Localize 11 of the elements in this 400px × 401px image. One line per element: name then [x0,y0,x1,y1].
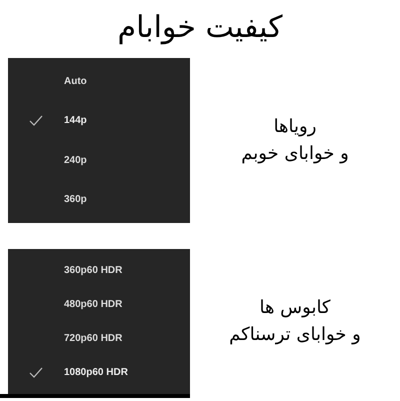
quality-option[interactable]: 360p60 HDR [64,264,122,276]
quality-option[interactable]: 720p60 HDR [64,333,122,344]
quality-option[interactable]: 144p [64,115,87,126]
meme-title: کیفیت خوابام [116,9,284,47]
quality-option[interactable]: 480p60 HDR [64,298,122,310]
quality-option[interactable]: 1080p60 HDR [64,367,128,378]
quality-option[interactable]: 240p [64,154,87,166]
quality-option[interactable]: 360p [64,194,87,205]
caption: رویاها و خوابای خوبم [240,115,350,166]
quality-option[interactable]: Auto [64,76,87,88]
caption: کابوس ها و خوابای ترسناکم [228,296,362,346]
